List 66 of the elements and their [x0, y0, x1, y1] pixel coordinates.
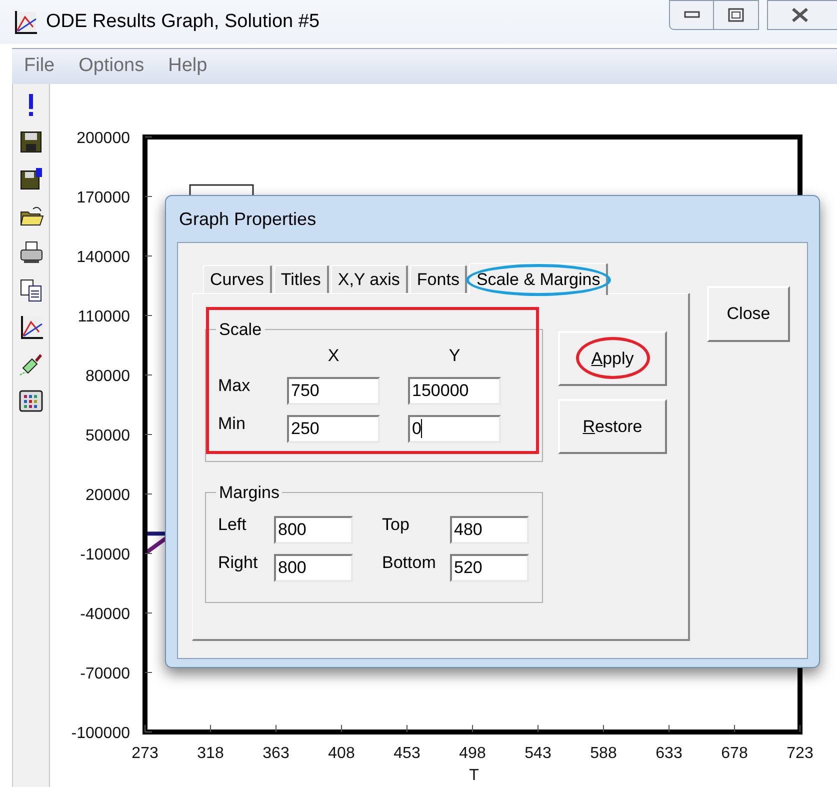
x-tick-label: 318 [197, 745, 224, 762]
x-tick-label: 723 [786, 745, 814, 762]
printer-icon[interactable] [18, 240, 44, 266]
menu-item[interactable]: File [24, 52, 55, 81]
line-chart-icon [12, 9, 38, 35]
text-field[interactable]: 800 [274, 516, 353, 544]
text-field[interactable]: 150000 [408, 376, 501, 404]
text-field[interactable]: 250 [287, 414, 380, 442]
y-tick-label: 200000 [76, 130, 130, 147]
dialog-title: Graph Properties [178, 208, 318, 231]
tab[interactable]: Curves [203, 265, 272, 293]
x-tick-label: 633 [656, 745, 682, 762]
x-tick-label: 678 [721, 745, 748, 762]
close-icon [790, 7, 810, 23]
text-field[interactable]: 750 [287, 376, 380, 404]
paintbrush-icon[interactable] [18, 351, 44, 377]
y-tick-label: -10000 [80, 546, 130, 564]
copy-icon[interactable] [18, 277, 44, 303]
group-title: Scale [218, 319, 263, 341]
y-tick-label: 170000 [76, 190, 130, 206]
column-label: X [326, 344, 340, 366]
text-field[interactable]: 800 [274, 554, 353, 582]
x-tick-label: 543 [524, 745, 552, 762]
line-chart-icon[interactable] [18, 314, 44, 340]
y-tick-label: 80000 [86, 368, 130, 385]
tab[interactable]: Fonts [410, 265, 468, 293]
y-tick-label: 20000 [86, 487, 130, 504]
y-tick-label: 110000 [78, 308, 130, 326]
tab[interactable]: Titles [274, 265, 329, 293]
x-axis-title: T [469, 767, 479, 784]
field-label: Bottom [382, 552, 437, 574]
field-label: Right [218, 552, 259, 574]
x-tick-label: 363 [262, 745, 290, 762]
y-tick-label: -40000 [80, 606, 130, 623]
menu-item[interactable]: Options [78, 52, 144, 81]
close-button[interactable]: Close [707, 286, 790, 342]
window-title: ODE Results Graph, Solution #5 [46, 10, 320, 34]
row-label: Min [218, 412, 246, 434]
x-tick-label: 453 [394, 745, 420, 762]
y-tick-label: 140000 [76, 249, 130, 266]
x-tick-label: 498 [459, 745, 486, 762]
maximize-button[interactable] [714, 0, 759, 30]
y-tick-label: -70000 [80, 666, 130, 682]
y-tick-label: -100000 [71, 725, 130, 742]
minimize-button[interactable] [669, 0, 714, 30]
dialog-button[interactable]: Restore [558, 399, 667, 454]
maximize-icon [728, 8, 744, 22]
text-field[interactable]: 480 [450, 516, 529, 544]
close-window-button[interactable] [767, 0, 837, 30]
x-tick-label: 588 [590, 745, 617, 762]
minimize-icon [684, 11, 700, 19]
group-title: Margins [218, 482, 280, 504]
x-tick-label: 273 [132, 745, 158, 762]
field-label: Top [382, 514, 410, 536]
text-field[interactable]: 520 [450, 554, 529, 582]
row-label: Max [218, 374, 252, 396]
x-tick-label: 408 [328, 745, 355, 762]
column-label: Y [448, 344, 462, 366]
tab[interactable]: X,Y axis [330, 265, 408, 293]
field-label: Left [218, 514, 248, 536]
grid-icon[interactable] [18, 388, 44, 414]
y-tick-label: 50000 [86, 428, 130, 444]
dialog-button[interactable]: Apply [558, 331, 667, 386]
menu-item[interactable]: Help [168, 52, 208, 81]
text-field[interactable]: 0 [408, 414, 501, 442]
floppy-disk-icon[interactable] [18, 166, 44, 192]
